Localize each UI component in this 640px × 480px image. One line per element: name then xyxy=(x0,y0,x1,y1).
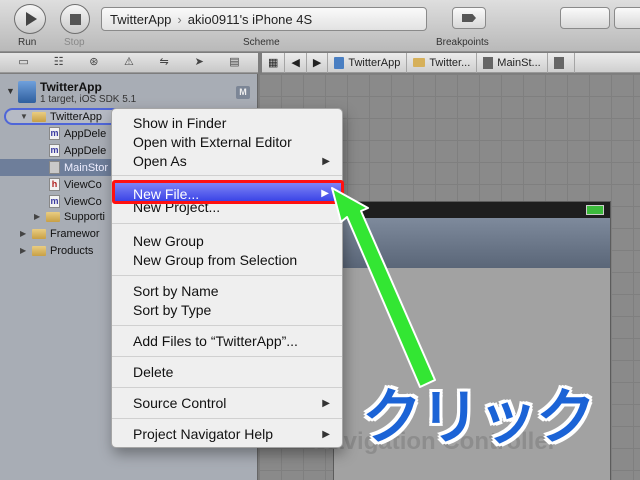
click-callout: クリック xyxy=(362,383,596,453)
